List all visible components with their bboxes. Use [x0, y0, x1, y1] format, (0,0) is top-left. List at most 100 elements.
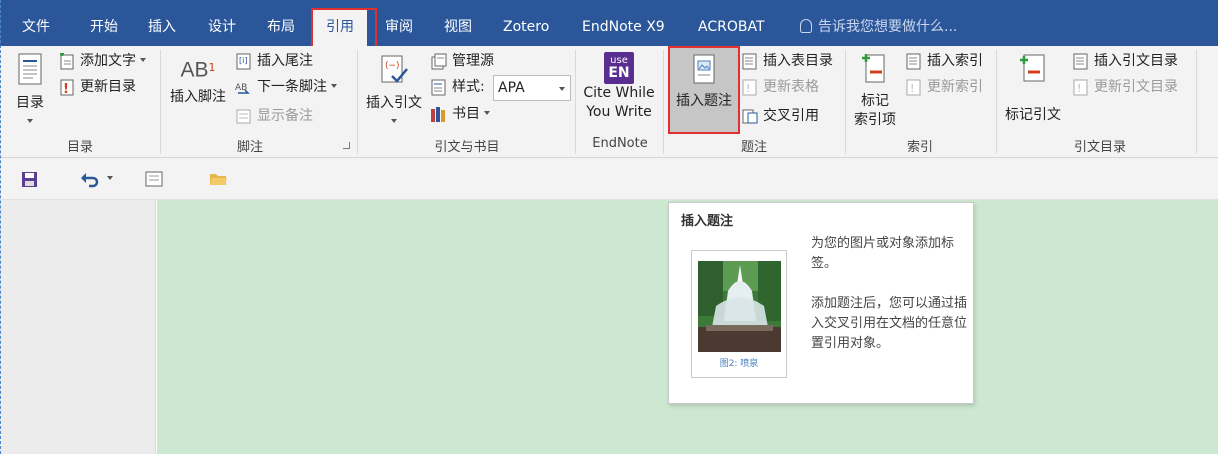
insert-table-of-figures-button[interactable]: 插入表目录	[741, 50, 833, 72]
insert-caption-tooltip: 插入题注 图2: 喷泉 为您的图片或对象添加标签。 添加题注后，您可以通过插入交…	[668, 202, 974, 404]
group-divider	[160, 50, 161, 154]
citation-style-select[interactable]: APA	[493, 75, 571, 101]
new-doc-icon[interactable]	[145, 171, 163, 187]
next-footnote-button[interactable]: AB 下一条脚注	[235, 76, 337, 98]
fountain-image	[698, 261, 781, 352]
group-divider	[357, 50, 358, 154]
mark-citation-label: 标记引文	[1005, 107, 1061, 123]
cross-reference-button[interactable]: 交叉引用	[741, 105, 819, 127]
group-label-citations: 引文与书目	[434, 140, 500, 155]
insert-citation-label: 插入引文	[366, 95, 422, 111]
toc-icon	[18, 53, 42, 85]
endnote-logo-bottom: EN	[608, 65, 630, 81]
tab-layout[interactable]: 布局	[267, 0, 295, 46]
manage-sources-button[interactable]: 管理源	[430, 50, 494, 72]
update-toc-icon: !	[60, 79, 74, 96]
insert-footnote-label: 插入脚注	[170, 89, 226, 105]
tooltip-preview-card: 图2: 喷泉	[691, 250, 787, 378]
update-table-icon: !	[742, 79, 757, 96]
svg-text:!: !	[910, 82, 914, 95]
group-divider	[575, 50, 576, 154]
show-notes-button[interactable]: 显示备注	[235, 105, 313, 127]
quick-access-toolbar	[0, 158, 1218, 200]
mark-entry-icon	[862, 54, 885, 83]
endnote-logo-icon: use EN	[604, 52, 634, 84]
table-of-figures-icon	[742, 53, 757, 70]
update-authorities-icon: !	[1073, 79, 1088, 96]
ribbon: 目录 添加文字 ! 更新目录 目录 AB1 插入脚注 [i] 插入尾注 AB 下…	[0, 46, 1218, 158]
ribbon-tab-bar: 文件 开始 插入 设计 布局 引用 审阅 视图 Zotero EndNote X…	[0, 0, 1218, 46]
group-label-captions: 题注	[740, 140, 767, 155]
insert-table-of-authorities-button[interactable]: 插入引文目录	[1072, 50, 1178, 72]
svg-text:!: !	[63, 82, 69, 96]
update-index-button[interactable]: ! 更新索引	[905, 76, 983, 98]
cite-while-you-write-button[interactable]: use EN Cite While You Write	[580, 52, 658, 122]
save-icon[interactable]	[21, 171, 38, 188]
window-edge-guide	[0, 0, 1, 454]
mark-entry-button[interactable]: 标记 索引项	[849, 52, 901, 130]
update-table-button[interactable]: ! 更新表格	[741, 76, 819, 98]
group-label-endnote: EndNote	[592, 136, 648, 151]
chevron-down-icon	[140, 58, 146, 62]
table-of-authorities-icon	[1073, 53, 1088, 70]
group-label-toc: 目录	[66, 140, 93, 155]
group-divider	[996, 50, 997, 154]
insert-citation-button[interactable]: (−) 插入引文	[362, 54, 426, 132]
cross-reference-icon	[742, 109, 758, 124]
add-text-icon	[60, 53, 74, 70]
cite-line2: You Write	[586, 104, 652, 120]
citation-style-value: APA	[498, 80, 525, 96]
undo-icon[interactable]	[80, 170, 100, 188]
figure-caption-text: 图2: 喷泉	[719, 359, 759, 369]
tooltip-description-2: 添加题注后，您可以通过插入交叉引用在文档的任意位置引用对象。	[811, 296, 968, 351]
mark-citation-button[interactable]: 标记引文	[1000, 52, 1066, 125]
group-label-index: 索引	[906, 140, 933, 155]
group-divider	[845, 50, 846, 154]
footnote-icon: AB1	[180, 58, 216, 82]
mark-entry-line1: 标记	[861, 93, 889, 109]
tell-me-text: 告诉我您想要做什么...	[818, 19, 958, 35]
group-label-footnotes: 脚注	[236, 140, 263, 155]
navigation-pane	[0, 200, 156, 454]
bibliography-icon	[431, 107, 445, 122]
open-folder-icon[interactable]	[209, 171, 228, 187]
group-label-authorities: 引文目录	[1073, 140, 1126, 155]
chevron-down-icon	[559, 87, 565, 91]
svg-text:!: !	[1077, 82, 1081, 95]
lightbulb-icon	[800, 19, 812, 33]
chevron-down-icon	[391, 119, 397, 123]
insert-index-button[interactable]: 插入索引	[905, 50, 983, 72]
insert-footnote-button[interactable]: AB1 插入脚注	[166, 58, 230, 107]
mark-citation-icon	[1020, 54, 1045, 82]
cite-line1: Cite While	[583, 85, 655, 101]
style-label-row: 样式:	[430, 76, 485, 98]
group-divider	[663, 50, 664, 154]
tab-insert[interactable]: 插入	[148, 0, 176, 46]
footnote-dialog-launcher-icon[interactable]	[343, 142, 350, 149]
toc-button[interactable]: 目录	[10, 52, 50, 132]
insert-endnote-button[interactable]: [i] 插入尾注	[235, 50, 313, 72]
chevron-down-icon	[331, 84, 337, 88]
update-table-of-authorities-button[interactable]: ! 更新引文目录	[1072, 76, 1178, 98]
show-notes-icon	[236, 109, 251, 124]
tab-highlight-box	[311, 8, 377, 50]
chevron-down-icon	[484, 111, 490, 115]
tab-acrobat[interactable]: ACROBAT	[698, 0, 765, 46]
tab-view[interactable]: 视图	[444, 0, 472, 46]
tab-design[interactable]: 设计	[208, 0, 236, 46]
bibliography-button[interactable]: 书目	[430, 103, 490, 125]
chevron-down-icon	[27, 119, 33, 123]
tab-zotero[interactable]: Zotero	[503, 0, 549, 46]
tab-file[interactable]: 文件	[22, 0, 50, 46]
tab-home[interactable]: 开始	[90, 0, 118, 46]
tooltip-description-1: 为您的图片或对象添加标签。	[811, 236, 955, 271]
tell-me-search[interactable]: 告诉我您想要做什么...	[800, 0, 957, 46]
update-toc-button[interactable]: ! 更新目录	[58, 76, 136, 98]
tab-endnote[interactable]: EndNote X9	[582, 0, 665, 46]
add-text-button[interactable]: 添加文字	[58, 50, 146, 72]
toc-label: 目录	[16, 95, 44, 111]
undo-dropdown-icon[interactable]	[107, 176, 113, 180]
svg-text:[i]: [i]	[239, 56, 247, 65]
group-divider	[1196, 50, 1197, 154]
tab-review[interactable]: 审阅	[385, 0, 413, 46]
